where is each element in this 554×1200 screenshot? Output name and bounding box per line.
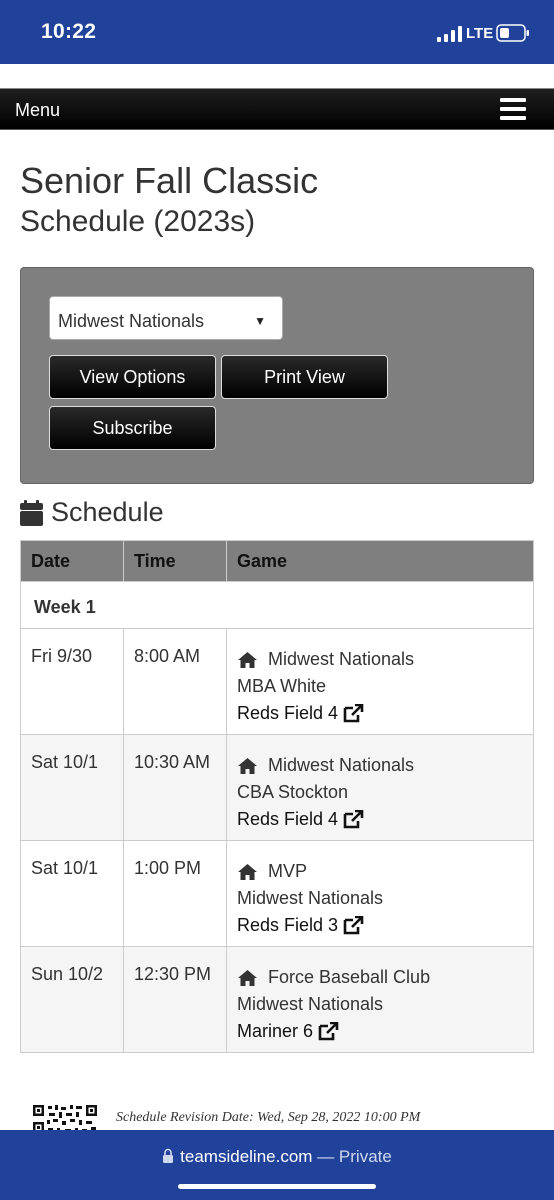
game-date: Sat 10/1 [20, 840, 124, 947]
game-date: Sun 10/2 [20, 946, 124, 1053]
game-date: Sat 10/1 [20, 734, 124, 841]
column-header-time[interactable]: Time [123, 540, 227, 582]
status-time: 10:22 [41, 20, 97, 43]
field-name: Mariner 6 [237, 1021, 314, 1041]
game-time: 10:30 AM [123, 734, 227, 841]
field-link[interactable]: Reds Field 4 [237, 700, 523, 727]
home-icon [238, 651, 257, 668]
game-time: 1:00 PM [123, 840, 227, 947]
week-row: Week 1 [20, 581, 534, 629]
table-row: Fri 9/30 8:00 AM Midwest Nationals MBA W… [20, 628, 534, 735]
away-team: CBA Stockton [237, 782, 349, 802]
external-link-icon [343, 916, 364, 935]
table-row: Sun 10/2 12:30 PM Force Baseball Club Mi… [20, 946, 534, 1053]
column-header-game[interactable]: Game [226, 540, 534, 582]
field-name: Reds Field 4 [237, 703, 339, 723]
home-team: MVP [268, 861, 308, 881]
game-date: Fri 9/30 [20, 628, 124, 735]
home-team: Force Baseball Club [268, 967, 431, 987]
external-link-icon [343, 810, 364, 829]
browser-url-bar[interactable]: teamsideline.com — Private [0, 1130, 554, 1200]
field-link[interactable]: Mariner 6 [237, 1018, 523, 1045]
field-link[interactable]: Reds Field 4 [237, 806, 523, 833]
menu-label[interactable]: Menu [15, 100, 60, 121]
home-indicator [178, 1184, 376, 1189]
page-title: Senior Fall Classic [20, 160, 319, 201]
game-cell: Midwest Nationals MBA White Reds Field 4 [226, 628, 534, 735]
controls-panel: Midwest Nationals ▼ View Options Print V… [20, 267, 534, 484]
lock-icon [163, 1148, 174, 1163]
column-header-date[interactable]: Date [20, 540, 124, 582]
status-bar: 10:22 LTE [0, 0, 554, 64]
hamburger-icon[interactable] [500, 98, 526, 120]
schedule-heading: Schedule [20, 497, 164, 528]
field-name: Reds Field 3 [237, 915, 339, 935]
home-team: Midwest Nationals [268, 649, 415, 669]
home-team: Midwest Nationals [268, 755, 415, 775]
signal-icon [437, 26, 462, 42]
away-team: Midwest Nationals [237, 888, 384, 908]
game-time: 12:30 PM [123, 946, 227, 1053]
network-label: LTE [466, 25, 494, 42]
caret-down-icon: ▼ [254, 314, 266, 328]
away-team: MBA White [237, 676, 327, 696]
calendar-icon [20, 499, 43, 526]
game-cell: Force Baseball Club Midwest Nationals Ma… [226, 946, 534, 1053]
schedule-table: Date Time Game Week 1 Fri 9/30 8:00 AM M… [20, 540, 534, 1053]
navbar: Menu [0, 88, 554, 130]
url-host: teamsideline.com [180, 1147, 313, 1166]
external-link-icon [318, 1022, 339, 1041]
game-time: 8:00 AM [123, 628, 227, 735]
revision-date: Schedule Revision Date: Wed, Sep 28, 202… [116, 1110, 421, 1125]
home-icon [238, 757, 257, 774]
table-row: Sat 10/1 10:30 AM Midwest Nationals CBA … [20, 734, 534, 841]
schedule-heading-label: Schedule [51, 497, 164, 527]
external-link-icon [343, 704, 364, 723]
table-header-row: Date Time Game [20, 540, 534, 582]
game-cell: MVP Midwest Nationals Reds Field 3 [226, 840, 534, 947]
url-display[interactable]: teamsideline.com — Private [0, 1147, 554, 1167]
private-label: — Private [317, 1147, 392, 1166]
footer-note: Schedule Revision Date: Wed, Sep 28, 202… [32, 1100, 532, 1134]
table-row: Sat 10/1 1:00 PM MVP Midwest Nationals R… [20, 840, 534, 947]
home-icon [238, 969, 257, 986]
game-cell: Midwest Nationals CBA Stockton Reds Fiel… [226, 734, 534, 841]
subscribe-button[interactable]: Subscribe [49, 406, 216, 450]
week-label: Week 1 [20, 581, 534, 629]
team-select[interactable]: Midwest Nationals ▼ [49, 296, 283, 340]
page-subtitle: Schedule (2023s) [20, 205, 256, 238]
print-view-button[interactable]: Print View [221, 355, 388, 399]
view-options-button[interactable]: View Options [49, 355, 216, 399]
home-icon [238, 863, 257, 880]
field-name: Reds Field 4 [237, 809, 339, 829]
battery-icon [496, 24, 529, 42]
field-link[interactable]: Reds Field 3 [237, 912, 523, 939]
team-select-value: Midwest Nationals [58, 311, 205, 331]
away-team: Midwest Nationals [237, 994, 384, 1014]
